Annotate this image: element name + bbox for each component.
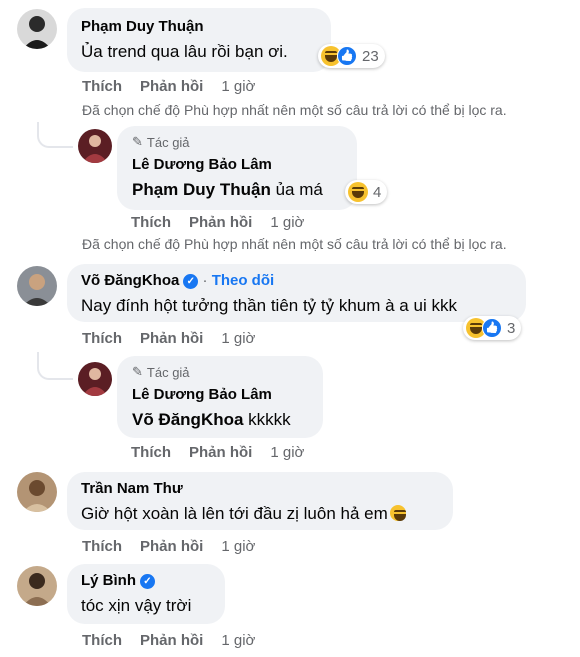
reply-button[interactable]: Phản hồi	[140, 538, 203, 555]
commenter-name[interactable]: Võ ĐăngKhoa ✓ · Theo dõi	[81, 272, 274, 289]
timestamp[interactable]: 1 giờ	[270, 214, 304, 231]
commenter-name[interactable]: Trần Nam Thư	[81, 480, 183, 497]
reaction-summary[interactable]: 3	[463, 316, 522, 340]
comment-actions: Thích Phản hồi 1 giờ	[82, 78, 255, 95]
like-button[interactable]: Thích	[82, 538, 122, 555]
comment-actions: Thích Phản hồi 1 giờ	[82, 632, 255, 649]
comment-body: Giờ hột xoàn là lên tới đầu zị luôn hả e…	[81, 504, 388, 523]
reply-text: Võ ĐăngKhoa kkkkk	[132, 410, 291, 430]
reaction-count: 3	[507, 319, 516, 337]
reply-text: Phạm Duy Thuận ủa má	[132, 180, 323, 200]
comment-actions: Thích Phản hồi 1 giờ	[82, 330, 255, 347]
like-button[interactable]: Thích	[82, 330, 122, 347]
pencil-icon: ✎	[132, 134, 143, 149]
follow-button[interactable]: Theo dõi	[212, 272, 275, 289]
avatar[interactable]	[78, 129, 112, 163]
reaction-summary[interactable]: 4	[345, 180, 388, 204]
commenter-name[interactable]: Lê Dương Bảo Lâm	[132, 156, 272, 173]
author-badge: ✎ Tác giả	[132, 364, 190, 380]
author-badge-label: Tác giả	[146, 364, 190, 380]
avatar[interactable]	[78, 362, 112, 396]
author-badge: ✎ Tác giả	[132, 134, 190, 150]
dot-separator: ·	[202, 272, 212, 289]
timestamp[interactable]: 1 giờ	[221, 538, 255, 555]
commenter-name-text[interactable]: Lý Bình	[81, 572, 136, 589]
avatar[interactable]	[17, 266, 57, 306]
mention-link[interactable]: Phạm Duy Thuận	[132, 180, 271, 199]
commenter-name[interactable]: Lý Bình ✓	[81, 572, 155, 589]
avatar[interactable]	[17, 9, 57, 49]
reply-body: kkkkk	[243, 410, 291, 429]
reaction-summary[interactable]: 23	[318, 44, 385, 68]
commenter-name[interactable]: Lê Dương Bảo Lâm	[132, 386, 272, 403]
like-button[interactable]: Thích	[82, 632, 122, 649]
timestamp[interactable]: 1 giờ	[221, 330, 255, 347]
timestamp[interactable]: 1 giờ	[270, 444, 304, 461]
reply-button[interactable]: Phản hồi	[189, 214, 252, 231]
comment-text: tóc xịn vậy trời	[81, 596, 192, 615]
commenter-name-text[interactable]: Võ ĐăngKhoa	[81, 272, 179, 289]
like-button[interactable]: Thích	[131, 444, 171, 461]
filter-notice: Đã chọn chế độ Phù hợp nhất nên một số c…	[82, 102, 507, 118]
reply-body: ủa má	[270, 180, 323, 199]
avatar[interactable]	[17, 472, 57, 512]
commenter-name[interactable]: Phạm Duy Thuận	[81, 18, 204, 35]
reply-button[interactable]: Phản hồi	[140, 78, 203, 95]
like-icon	[337, 46, 357, 66]
haha-icon	[348, 182, 368, 202]
comment-text: Ủa trend qua lâu rồi bạn ơi.	[81, 42, 288, 61]
mention-link[interactable]: Võ ĐăngKhoa	[132, 410, 243, 429]
reply-connector	[37, 122, 73, 148]
like-icon	[482, 318, 502, 338]
comment-text: Giờ hột xoàn là lên tới đầu zị luôn hả e…	[81, 504, 406, 524]
filter-notice: Đã chọn chế độ Phù hợp nhất nên một số c…	[82, 236, 507, 252]
comment-actions: Thích Phản hồi 1 giờ	[82, 538, 255, 555]
verified-icon: ✓	[140, 573, 155, 589]
reply-connector	[37, 352, 73, 380]
like-button[interactable]: Thích	[82, 78, 122, 95]
timestamp[interactable]: 1 giờ	[221, 78, 255, 95]
verified-icon: ✓	[183, 273, 199, 289]
reaction-count: 4	[373, 183, 382, 201]
timestamp[interactable]: 1 giờ	[221, 632, 255, 649]
like-button[interactable]: Thích	[131, 214, 171, 231]
avatar[interactable]	[17, 566, 57, 606]
comment-actions: Thích Phản hồi 1 giờ	[131, 444, 304, 461]
reply-button[interactable]: Phản hồi	[189, 444, 252, 461]
comment-actions: Thích Phản hồi 1 giờ	[131, 214, 304, 231]
author-badge-label: Tác giả	[146, 134, 190, 150]
reply-button[interactable]: Phản hồi	[140, 330, 203, 347]
rofl-emoji-icon	[389, 505, 406, 521]
reaction-count: 23	[362, 47, 379, 65]
comment-text: Nay đính hột tưởng thần tiên tỷ tỷ khum …	[81, 296, 457, 315]
reply-button[interactable]: Phản hồi	[140, 632, 203, 649]
pencil-icon: ✎	[132, 364, 143, 379]
